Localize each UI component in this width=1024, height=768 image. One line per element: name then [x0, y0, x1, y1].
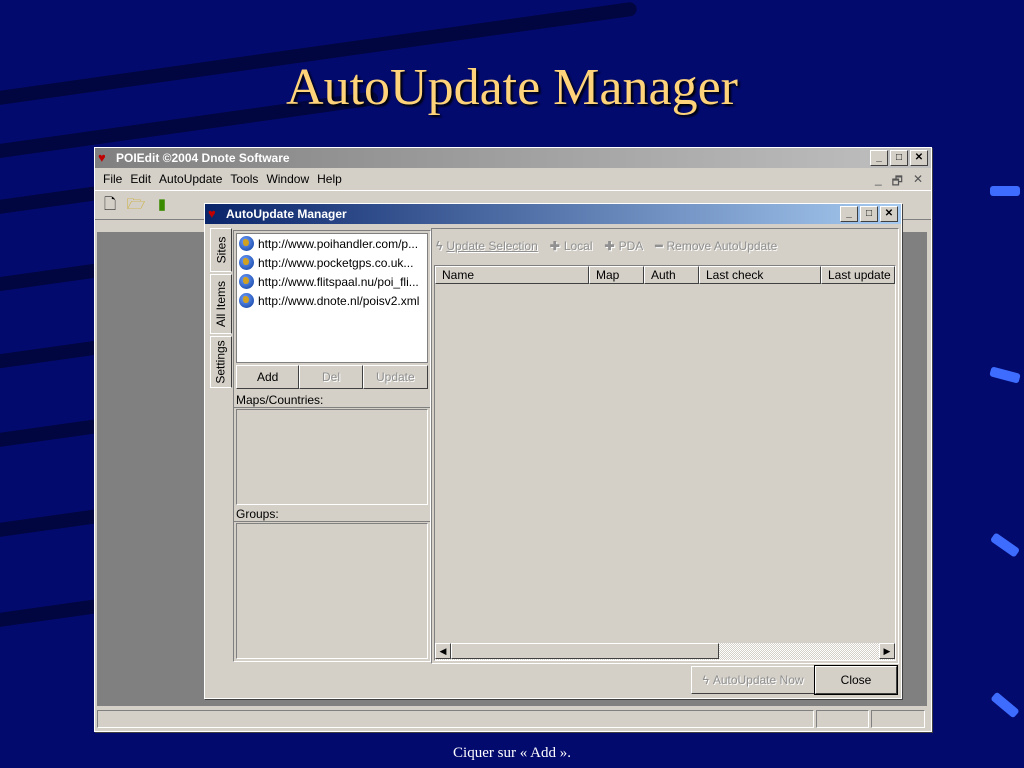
list-item[interactable]: http://www.poihandler.com/p...: [237, 234, 427, 253]
close-window-button[interactable]: ✕: [910, 150, 928, 166]
dialog-title: AutoUpdate Manager: [226, 207, 347, 221]
mdi-close-icon[interactable]: ✕: [913, 172, 923, 193]
list-item[interactable]: http://www.flitspaal.nu/poi_fli...: [237, 272, 427, 291]
tab-sites[interactable]: Sites: [210, 228, 232, 272]
maximize-button[interactable]: □: [890, 150, 908, 166]
groups-label: Groups:: [234, 507, 430, 522]
globe-icon: [239, 236, 254, 251]
sites-pane: http://www.poihandler.com/p... http://ww…: [233, 230, 431, 662]
local-button[interactable]: ✚ Local: [550, 239, 593, 253]
poiedit-titlebar: ♥ POIEdit ©2004 Dnote Software _ □ ✕: [95, 148, 931, 168]
list-item[interactable]: http://www.dnote.nl/poisv2.xml: [237, 291, 427, 310]
update-selection-button[interactable]: ϟ Update Selection: [436, 239, 538, 253]
col-map[interactable]: Map: [589, 266, 644, 284]
mdi-restore-icon[interactable]: 🗗: [892, 172, 903, 193]
app-icon: ♥: [208, 206, 216, 221]
poiedit-title: POIEdit ©2004 Dnote Software: [116, 151, 290, 165]
items-listview[interactable]: Name Map Auth Last check Last update ◀ ▶: [434, 265, 896, 661]
menu-help[interactable]: Help: [313, 172, 346, 186]
pda-button[interactable]: ✚ PDA: [605, 239, 644, 253]
dialog-maximize-button[interactable]: □: [860, 206, 878, 222]
globe-icon: [239, 255, 254, 270]
update-button[interactable]: Update: [362, 365, 428, 389]
globe-icon: [239, 293, 254, 308]
new-file-icon[interactable]: 🗋: [99, 194, 121, 216]
status-panel-3: [871, 710, 925, 728]
status-panel-2: [815, 710, 870, 728]
minimize-button[interactable]: _: [870, 150, 888, 166]
scroll-thumb[interactable]: [451, 643, 719, 659]
open-folder-icon[interactable]: 🗁: [125, 194, 147, 216]
minus-icon: ━: [655, 239, 663, 253]
col-name[interactable]: Name: [435, 266, 589, 284]
remove-autoupdate-button[interactable]: ━ Remove AutoUpdate: [655, 239, 777, 253]
menubar: File Edit AutoUpdate Tools Window Help _…: [95, 168, 931, 190]
mdi-minimize-icon[interactable]: _: [875, 172, 882, 193]
slide-caption: Ciquer sur « Add ».: [453, 745, 571, 761]
list-item[interactable]: http://www.pocketgps.co.uk...: [237, 253, 427, 272]
status-bar: [97, 710, 927, 729]
del-button[interactable]: Del: [299, 365, 363, 389]
col-last-check[interactable]: Last check: [699, 266, 821, 284]
lightning-icon: ϟ: [702, 673, 709, 687]
sites-list[interactable]: http://www.poihandler.com/p... http://ww…: [236, 233, 428, 363]
globe-icon: [239, 274, 254, 289]
dialog-minimize-button[interactable]: _: [840, 206, 858, 222]
menu-window[interactable]: Window: [262, 172, 313, 186]
slide-title: AutoUpdate Manager: [286, 59, 738, 116]
items-toolbar: ϟ Update Selection ✚ Local ✚ PDA ━ Remove Au…: [432, 229, 898, 263]
menu-autoupdate[interactable]: AutoUpdate: [155, 172, 226, 186]
dialog-titlebar: ♥ AutoUpdate Manager _ □ ✕: [205, 204, 901, 224]
maps-label: Maps/Countries:: [234, 393, 430, 408]
menu-edit[interactable]: Edit: [126, 172, 155, 186]
maps-list[interactable]: [236, 409, 428, 505]
autoupdate-now-button[interactable]: ϟ AutoUpdate Now: [691, 666, 815, 694]
app-icon: ♥: [98, 150, 106, 165]
battery-icon[interactable]: ▮: [151, 194, 173, 216]
plus-icon: ✚: [549, 239, 560, 253]
scroll-left-icon[interactable]: ◀: [435, 643, 451, 659]
horizontal-scrollbar[interactable]: ◀ ▶: [435, 643, 895, 660]
lightning-icon: ϟ: [436, 239, 443, 253]
menu-tools[interactable]: Tools: [226, 172, 262, 186]
col-last-update[interactable]: Last update: [821, 266, 895, 284]
plus-icon: ✚: [604, 239, 615, 253]
groups-list[interactable]: [236, 523, 428, 659]
items-pane: ϟ Update Selection ✚ Local ✚ PDA ━ Remove Au…: [431, 228, 899, 664]
list-header: Name Map Auth Last check Last update: [435, 266, 895, 284]
scroll-right-icon[interactable]: ▶: [879, 643, 895, 659]
add-button[interactable]: Add: [236, 365, 300, 389]
status-panel-main: [97, 710, 814, 728]
col-auth[interactable]: Auth: [644, 266, 699, 284]
close-button[interactable]: Close: [814, 665, 898, 695]
site-buttons: Add Del Update: [236, 365, 428, 389]
autoupdate-dialog: ♥ AutoUpdate Manager _ □ ✕ Sites All Ite…: [204, 203, 902, 699]
dialog-close-x-button[interactable]: ✕: [880, 206, 898, 222]
tab-all-items[interactable]: All Items: [210, 274, 232, 334]
menu-file[interactable]: File: [99, 172, 126, 186]
tab-settings[interactable]: Settings: [210, 336, 232, 388]
